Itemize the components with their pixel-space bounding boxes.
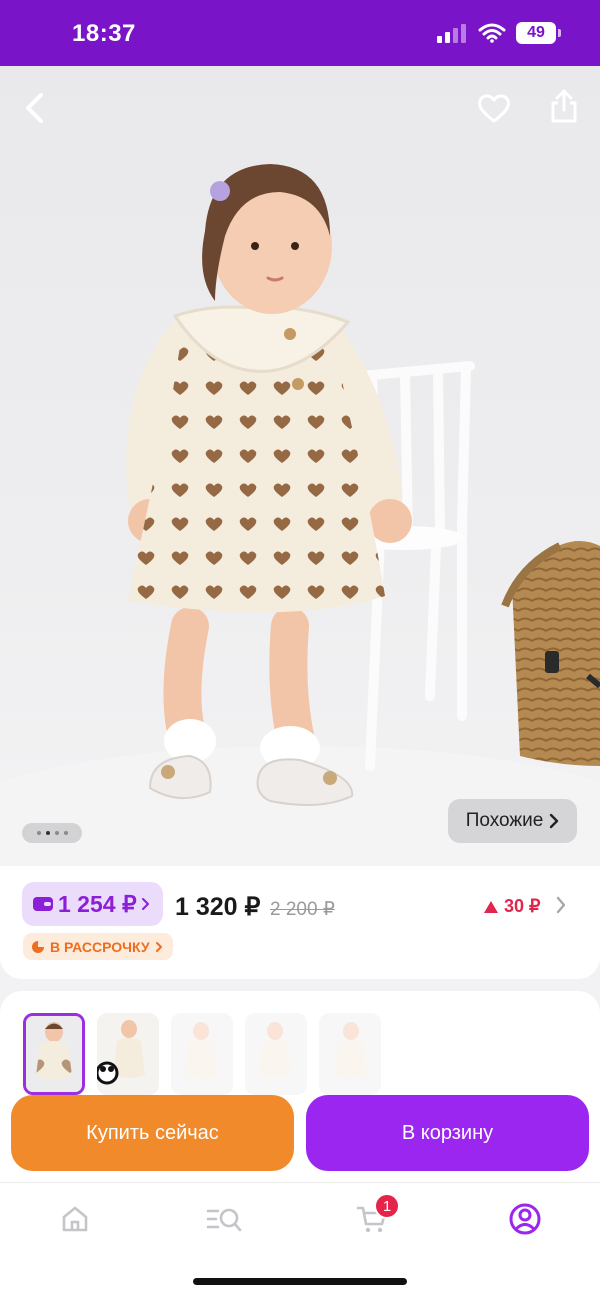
tab-catalog[interactable] bbox=[196, 1197, 252, 1241]
wifi-icon bbox=[478, 23, 506, 43]
thumbnail[interactable] bbox=[97, 1013, 159, 1095]
heart-icon bbox=[478, 94, 510, 123]
pager-dot bbox=[36, 831, 41, 835]
current-price: 1 320 ₽ bbox=[175, 893, 261, 921]
gallery-pager bbox=[22, 823, 82, 843]
wallet-icon bbox=[33, 897, 53, 911]
installment-badge[interactable]: В РАССРОЧКУ bbox=[23, 933, 173, 960]
home-icon bbox=[62, 1206, 88, 1232]
similar-label: Похожие bbox=[465, 810, 544, 831]
share-button[interactable] bbox=[540, 82, 588, 130]
product-photo bbox=[0, 164, 600, 866]
thumbnail-image bbox=[245, 1013, 307, 1095]
bottom-tab-bar: 1 bbox=[0, 1182, 600, 1297]
home-indicator bbox=[193, 1278, 407, 1285]
add-to-cart-button[interactable]: В корзину bbox=[306, 1095, 589, 1171]
old-price: 2 200 ₽ bbox=[270, 899, 335, 920]
buy-now-button[interactable]: Купить сейчас bbox=[11, 1095, 294, 1171]
thumbnail-image bbox=[171, 1013, 233, 1095]
tab-home[interactable] bbox=[47, 1197, 103, 1241]
favorite-button[interactable] bbox=[470, 84, 518, 132]
pager-dot bbox=[54, 831, 59, 835]
tab-profile[interactable] bbox=[497, 1197, 553, 1241]
profile-icon bbox=[509, 1203, 541, 1235]
share-icon bbox=[551, 89, 577, 123]
wallet-price-pill[interactable]: 1 254 ₽ bbox=[22, 882, 163, 926]
chevron-right-icon bbox=[155, 941, 162, 952]
chevron-right-icon[interactable] bbox=[556, 896, 566, 914]
pager-dot-active bbox=[45, 831, 50, 835]
thumbnail-image bbox=[26, 1016, 82, 1092]
back-button[interactable] bbox=[12, 84, 60, 132]
battery-indicator: 49 bbox=[516, 22, 561, 44]
cart-count-badge: 1 bbox=[374, 1193, 400, 1219]
thumbnail[interactable] bbox=[23, 1013, 85, 1095]
price-rise-badge[interactable]: 30 ₽ bbox=[483, 896, 540, 917]
thumbnail[interactable] bbox=[171, 1013, 233, 1095]
similar-button[interactable]: Похожие bbox=[448, 799, 577, 843]
chevron-right-icon bbox=[141, 898, 149, 910]
signal-icon bbox=[437, 24, 466, 43]
catalog-search-icon bbox=[206, 1208, 242, 1232]
product-image-gallery[interactable]: Похожие bbox=[0, 66, 600, 866]
thumbnail[interactable] bbox=[245, 1013, 307, 1095]
chevron-right-icon bbox=[550, 813, 559, 829]
installment-label: В РАССРОЧКУ bbox=[50, 938, 150, 955]
triangle-up-icon bbox=[484, 900, 498, 913]
status-bar: 18:37 49 bbox=[0, 0, 600, 66]
installment-icon bbox=[32, 940, 44, 953]
price-card: 1 254 ₽ 1 320 ₽ 2 200 ₽ 30 ₽ В РАССРОЧКУ bbox=[0, 866, 600, 979]
status-time: 18:37 bbox=[72, 20, 136, 47]
pager-dot bbox=[63, 831, 68, 835]
thumbnail[interactable] bbox=[319, 1013, 381, 1095]
thumbnail-image bbox=[97, 1013, 159, 1095]
wallet-price: 1 254 ₽ bbox=[58, 890, 137, 917]
back-icon bbox=[26, 93, 43, 123]
price-rise-amount: 30 ₽ bbox=[504, 896, 541, 916]
status-icons: 49 bbox=[436, 22, 561, 44]
thumbnail-image bbox=[319, 1013, 381, 1095]
